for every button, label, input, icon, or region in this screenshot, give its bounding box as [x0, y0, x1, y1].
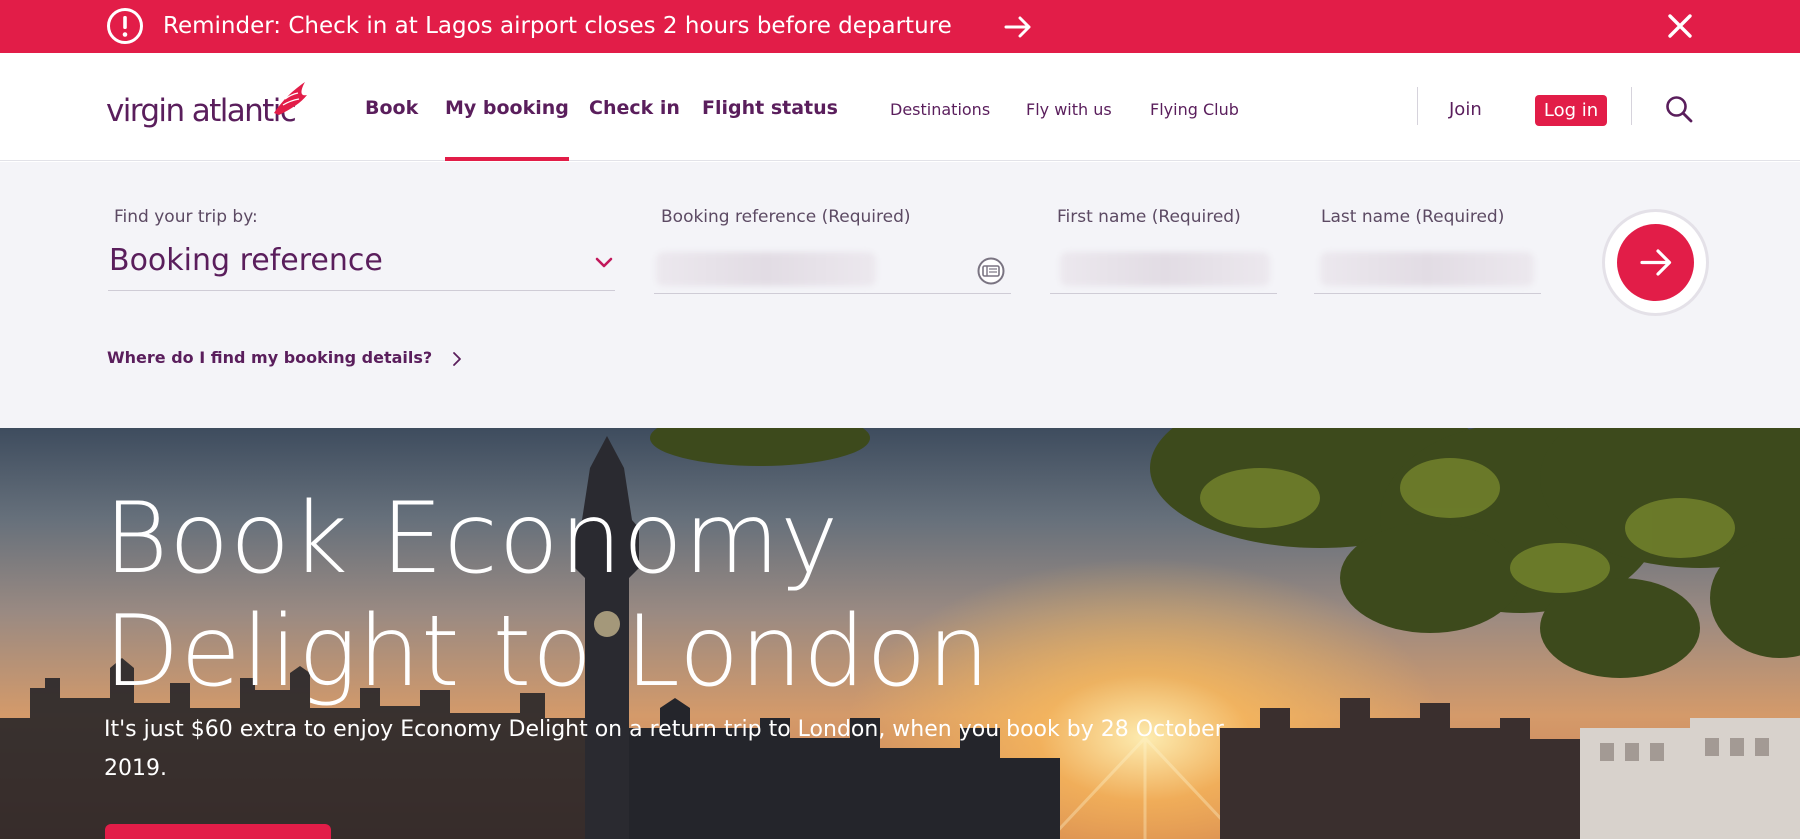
last-name-value [1320, 252, 1534, 286]
alert-banner: Reminder: Check in at Lagos airport clos… [0, 0, 1800, 53]
booking-reference-label: Booking reference (Required) [661, 207, 911, 227]
arrow-right-icon[interactable] [1003, 12, 1033, 42]
exclamation-circle-icon [107, 8, 143, 44]
nav-my-booking[interactable]: My booking [445, 97, 569, 161]
search-booking-button-ring [1605, 212, 1706, 313]
nav-flight-status[interactable]: Flight status [702, 97, 838, 119]
chevron-right-icon[interactable] [451, 351, 463, 367]
nav-check-in[interactable]: Check in [589, 97, 680, 119]
nav-destinations[interactable]: Destinations [890, 100, 990, 119]
site-header: virgin atlantic Book My booking Check in… [0, 53, 1800, 161]
id-card-icon[interactable] [975, 257, 1007, 285]
last-name-label: Last name (Required) [1321, 207, 1505, 227]
last-name-input[interactable] [1314, 244, 1541, 294]
find-trip-select-value: Booking reference [109, 243, 383, 278]
arrow-right-icon [1640, 249, 1672, 276]
booking-reference-input[interactable] [654, 244, 1011, 294]
virgin-atlantic-logo[interactable]: virgin atlantic [106, 79, 311, 135]
nav-book[interactable]: Book [365, 97, 418, 119]
first-name-input[interactable] [1050, 244, 1277, 294]
find-trip-select[interactable]: Booking reference [108, 240, 615, 291]
search-booking-button[interactable] [1617, 224, 1694, 301]
booking-search-panel: Find your trip by: Booking reference Boo… [0, 162, 1800, 428]
nav-flying-club[interactable]: Flying Club [1150, 100, 1239, 119]
logo-text: virgin atlantic [106, 93, 297, 129]
search-icon[interactable] [1664, 94, 1694, 124]
header-divider [1631, 87, 1632, 125]
booking-reference-value [656, 252, 876, 286]
close-icon[interactable] [1665, 10, 1695, 42]
hero-title: Book Economy Delight to London [104, 482, 991, 709]
find-trip-label: Find your trip by: [114, 207, 258, 227]
hero-banner: Book Economy Delight to London It's just… [0, 428, 1800, 839]
virgin-signature-icon [274, 82, 307, 115]
hero-cta-button[interactable] [105, 824, 331, 839]
nav-fly-with-us[interactable]: Fly with us [1026, 100, 1112, 119]
header-divider [1417, 87, 1418, 125]
login-button[interactable]: Log in [1535, 95, 1607, 126]
hero-subtitle: It's just $60 extra to enjoy Economy Del… [104, 717, 1224, 781]
alert-text: Reminder: Check in at Lagos airport clos… [163, 13, 952, 39]
booking-details-help-link[interactable]: Where do I find my booking details? [107, 348, 432, 367]
first-name-label: First name (Required) [1057, 207, 1241, 227]
chevron-down-icon [595, 257, 613, 268]
first-name-value [1060, 252, 1270, 286]
join-link[interactable]: Join [1449, 99, 1482, 120]
